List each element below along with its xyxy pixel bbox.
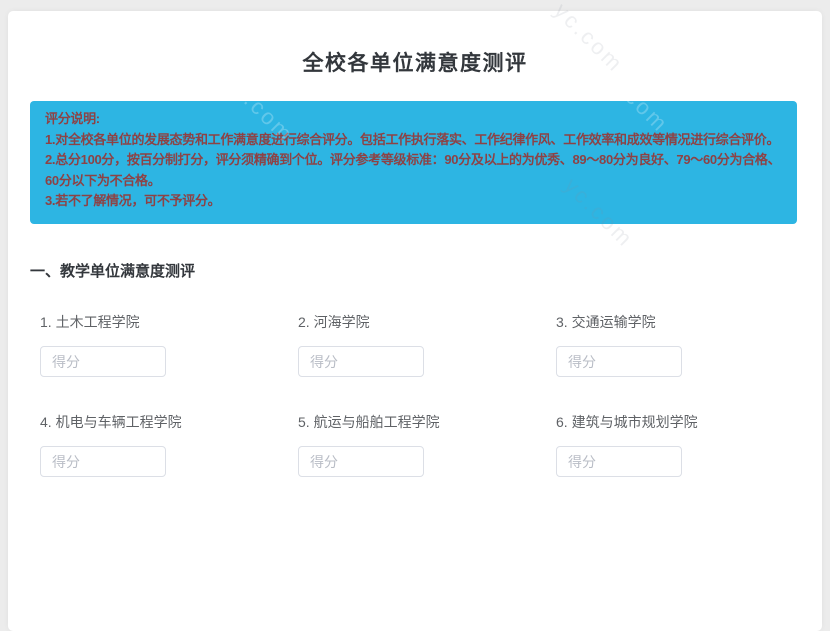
- score-input-5[interactable]: [298, 446, 424, 477]
- score-input-2[interactable]: [298, 346, 424, 377]
- question-label: 1. 土木工程学院: [40, 313, 298, 331]
- question-label: 6. 建筑与城市规划学院: [556, 413, 814, 431]
- section-heading-teaching-units: 一、教学单位满意度测评: [30, 260, 195, 281]
- score-input-3[interactable]: [556, 346, 682, 377]
- scoring-instruction-line: 1.对全校各单位的发展态势和工作满意度进行综合评分。包括工作执行落实、工作纪律作…: [45, 130, 782, 151]
- score-input-4[interactable]: [40, 446, 166, 477]
- survey-card: 全校各单位满意度测评 评分说明: 1.对全校各单位的发展态势和工作满意度进行综合…: [8, 11, 822, 631]
- questions-grid: 1. 土木工程学院 2. 河海学院 3. 交通运输学院 4. 机电与车辆工程学院…: [40, 313, 814, 477]
- scoring-instruction-line: 3.若不了解情况，可不予评分。: [45, 191, 782, 212]
- question-item-5: 5. 航运与船舶工程学院: [298, 413, 556, 477]
- question-item-3: 3. 交通运输学院: [556, 313, 814, 377]
- scoring-instruction-line: 60分以下为不合格。: [45, 171, 782, 192]
- question-label: 3. 交通运输学院: [556, 313, 814, 331]
- page: { "page": { "background_color": "#ececec…: [0, 0, 830, 494]
- page-title: 全校各单位满意度测评: [8, 47, 822, 77]
- scoring-instruction-line: 2.总分100分，按百分制打分，评分须精确到个位。评分参考等级标准：90分及以上…: [45, 150, 782, 171]
- question-label: 5. 航运与船舶工程学院: [298, 413, 556, 431]
- question-item-1: 1. 土木工程学院: [40, 313, 298, 377]
- scoring-instructions-title: 评分说明:: [45, 109, 782, 130]
- question-item-4: 4. 机电与车辆工程学院: [40, 413, 298, 477]
- question-item-6: 6. 建筑与城市规划学院: [556, 413, 814, 477]
- score-input-1[interactable]: [40, 346, 166, 377]
- question-label: 2. 河海学院: [298, 313, 556, 331]
- question-label: 4. 机电与车辆工程学院: [40, 413, 298, 431]
- score-input-6[interactable]: [556, 446, 682, 477]
- scoring-instructions-box: 评分说明: 1.对全校各单位的发展态势和工作满意度进行综合评分。包括工作执行落实…: [30, 101, 797, 224]
- question-item-2: 2. 河海学院: [298, 313, 556, 377]
